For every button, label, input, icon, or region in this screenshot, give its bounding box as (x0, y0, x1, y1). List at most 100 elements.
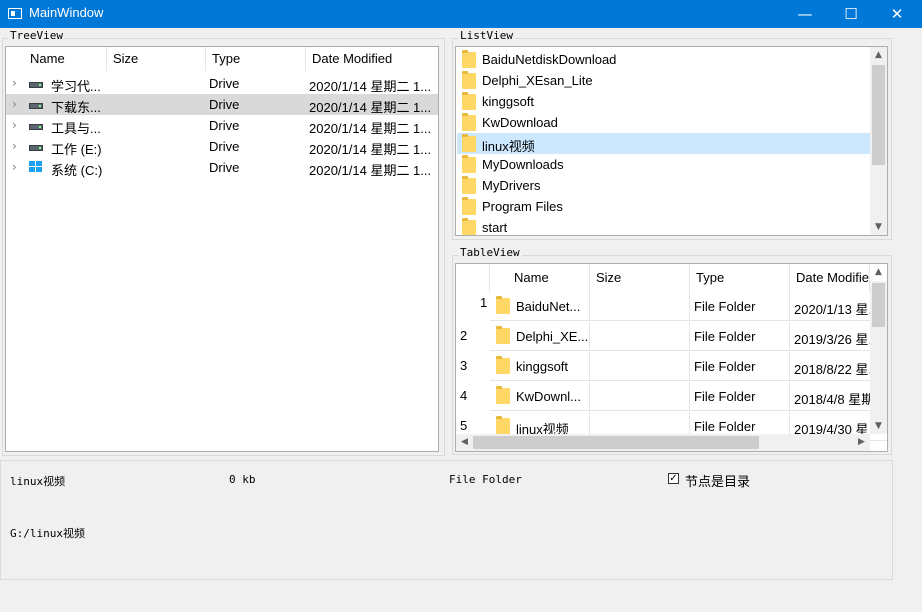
table-row-number: 3 (460, 358, 468, 373)
tree-cell-type: Drive (209, 139, 240, 154)
scroll-down-arrow-icon[interactable]: ▼ (870, 222, 887, 232)
close-button[interactable]: ✕ (874, 0, 920, 28)
table-header-type[interactable]: Type (690, 264, 790, 292)
list-item[interactable]: Delphi_XEsan_Lite (457, 70, 870, 91)
drive-icon (29, 124, 43, 130)
folder-icon (462, 134, 476, 152)
table-view[interactable]: Name Size Type Date Modifie 1 BaiduNet...… (455, 263, 888, 452)
folder-icon (496, 296, 510, 314)
table-row-number: 1 (480, 295, 488, 310)
info-group (0, 460, 893, 580)
list-item[interactable]: linux视频 (457, 133, 870, 154)
status-path: G:/linux视频 (10, 527, 85, 540)
table-cell-name: kinggsoft (516, 359, 569, 374)
list-item[interactable]: BaiduNetdiskDownload (457, 49, 870, 70)
table-horizontal-scrollbar[interactable]: ◀ ▶ (456, 434, 870, 451)
minimize-button[interactable]: — (782, 0, 828, 28)
tree-cell-date: 2020/1/14 星期二 1... (309, 142, 432, 157)
list-item-label: Delphi_XEsan_Lite (482, 73, 593, 88)
drive-icon (29, 145, 43, 151)
chevron-right-icon[interactable]: › (12, 76, 17, 90)
folder-icon (496, 326, 510, 344)
table-scroll-down-arrow-icon[interactable]: ▼ (870, 421, 887, 431)
tree-row[interactable]: › 系统 (C:) Drive 2020/1/14 星期二 1... (6, 157, 438, 178)
tree-view[interactable]: Name Size Type Date Modified › 学习代... Driv… (5, 46, 439, 452)
table-cell-border (590, 352, 690, 381)
list-scroll-thumb[interactable] (872, 65, 885, 165)
table-row[interactable]: 1 BaiduNet... File Folder 2020/1/13 星. (456, 292, 887, 322)
folder-icon (496, 416, 510, 434)
table-row-number: 4 (460, 388, 468, 403)
chevron-right-icon[interactable]: › (12, 160, 17, 174)
status-size: 0 kb (229, 473, 256, 486)
tree-row[interactable]: › 工作 (E:) Drive 2020/1/14 星期二 1... (6, 136, 438, 157)
drive-icon (29, 82, 43, 88)
scroll-up-arrow-icon[interactable]: ▲ (870, 50, 887, 60)
drive-icon (29, 103, 43, 109)
list-item-label: kinggsoft (482, 94, 535, 109)
table-row[interactable]: 3 kinggsoft File Folder 2018/8/22 星. (456, 352, 887, 382)
folder-icon (462, 50, 476, 68)
table-cell-type: File Folder (694, 299, 756, 314)
scroll-left-arrow-icon[interactable]: ◀ (456, 437, 473, 447)
app-icon (8, 8, 22, 19)
tree-row[interactable]: › 下载东... Drive 2020/1/14 星期二 1... (6, 94, 438, 115)
table-scroll-up-arrow-icon[interactable]: ▲ (870, 267, 887, 277)
list-item[interactable]: MyDrivers (457, 175, 870, 196)
list-item[interactable]: Program Files (457, 196, 870, 217)
list-item-label: BaiduNetdiskDownload (482, 52, 617, 67)
chevron-right-icon[interactable]: › (12, 97, 17, 111)
folder-icon (462, 71, 476, 89)
chevron-right-icon[interactable]: › (12, 118, 17, 132)
maximize-button[interactable]: ☐ (828, 0, 874, 28)
tree-cell-type: Drive (209, 160, 240, 175)
table-row-number: 2 (460, 328, 468, 343)
list-vertical-scrollbar[interactable]: ▲ ▼ (870, 47, 887, 235)
table-header-date[interactable]: Date Modifie (790, 264, 870, 292)
tree-cell-name: 学习代... (51, 79, 101, 94)
list-item-label: Program Files (482, 199, 563, 214)
list-item[interactable]: MyDownloads (457, 154, 870, 175)
scroll-right-arrow-icon[interactable]: ▶ (853, 437, 870, 447)
table-cell-border (590, 292, 690, 321)
table-cell-type: File Folder (694, 389, 756, 404)
table-vertical-scrollbar[interactable]: ▼ (870, 281, 887, 434)
table-cell-date: 2018/4/8 星期 (794, 392, 870, 407)
table-header-name[interactable]: Name (490, 264, 590, 292)
tree-header-type[interactable]: Type (206, 47, 306, 71)
list-view[interactable]: BaiduNetdiskDownload Delphi_XEsan_Litekin… (455, 46, 888, 236)
list-item[interactable]: KwDownload (457, 112, 870, 133)
folder-icon (462, 176, 476, 194)
treeview-title: TreeView (8, 29, 65, 42)
tree-row[interactable]: › 学习代... Drive 2020/1/14 星期二 1... (6, 73, 438, 94)
is-directory-checkbox[interactable]: ✓ (668, 473, 679, 484)
table-cell-border (590, 382, 690, 411)
tree-header-size[interactable]: Size (107, 47, 206, 71)
table-row[interactable]: 4 KwDownl... File Folder 2018/4/8 星期 (456, 382, 887, 412)
tree-header-name[interactable]: Name (6, 47, 107, 71)
table-vscroll-thumb[interactable] (872, 283, 885, 327)
folder-icon (462, 197, 476, 215)
title-bar: MainWindow — ☐ ✕ (0, 0, 922, 28)
list-item[interactable]: start (457, 217, 870, 235)
tree-cell-date: 2020/1/14 星期二 1... (309, 163, 432, 178)
chevron-right-icon[interactable]: › (12, 139, 17, 153)
table-cell-type: File Folder (694, 419, 756, 434)
folder-icon (462, 218, 476, 235)
tree-header-date[interactable]: Date Modified (306, 47, 438, 71)
table-row[interactable]: 2 Delphi_XE... File Folder 2019/3/26 星. (456, 322, 887, 352)
tree-cell-name: 系统 (C:) (51, 163, 103, 178)
table-row-number: 5 (460, 418, 468, 433)
tree-cell-name: 工具与... (51, 121, 101, 136)
list-item[interactable]: kinggsoft (457, 91, 870, 112)
list-item-label: start (482, 220, 508, 235)
tree-cell-type: Drive (209, 97, 240, 112)
tree-cell-name: 工作 (E:) (51, 142, 102, 157)
table-header-size[interactable]: Size (590, 264, 690, 292)
table-hscroll-thumb[interactable] (473, 436, 759, 449)
listview-title: ListView (458, 29, 515, 42)
status-name: linux视频 (10, 475, 66, 488)
tree-row[interactable]: › 工具与... Drive 2020/1/14 星期二 1... (6, 115, 438, 136)
folder-icon (496, 386, 510, 404)
table-corner-button[interactable] (456, 264, 490, 292)
